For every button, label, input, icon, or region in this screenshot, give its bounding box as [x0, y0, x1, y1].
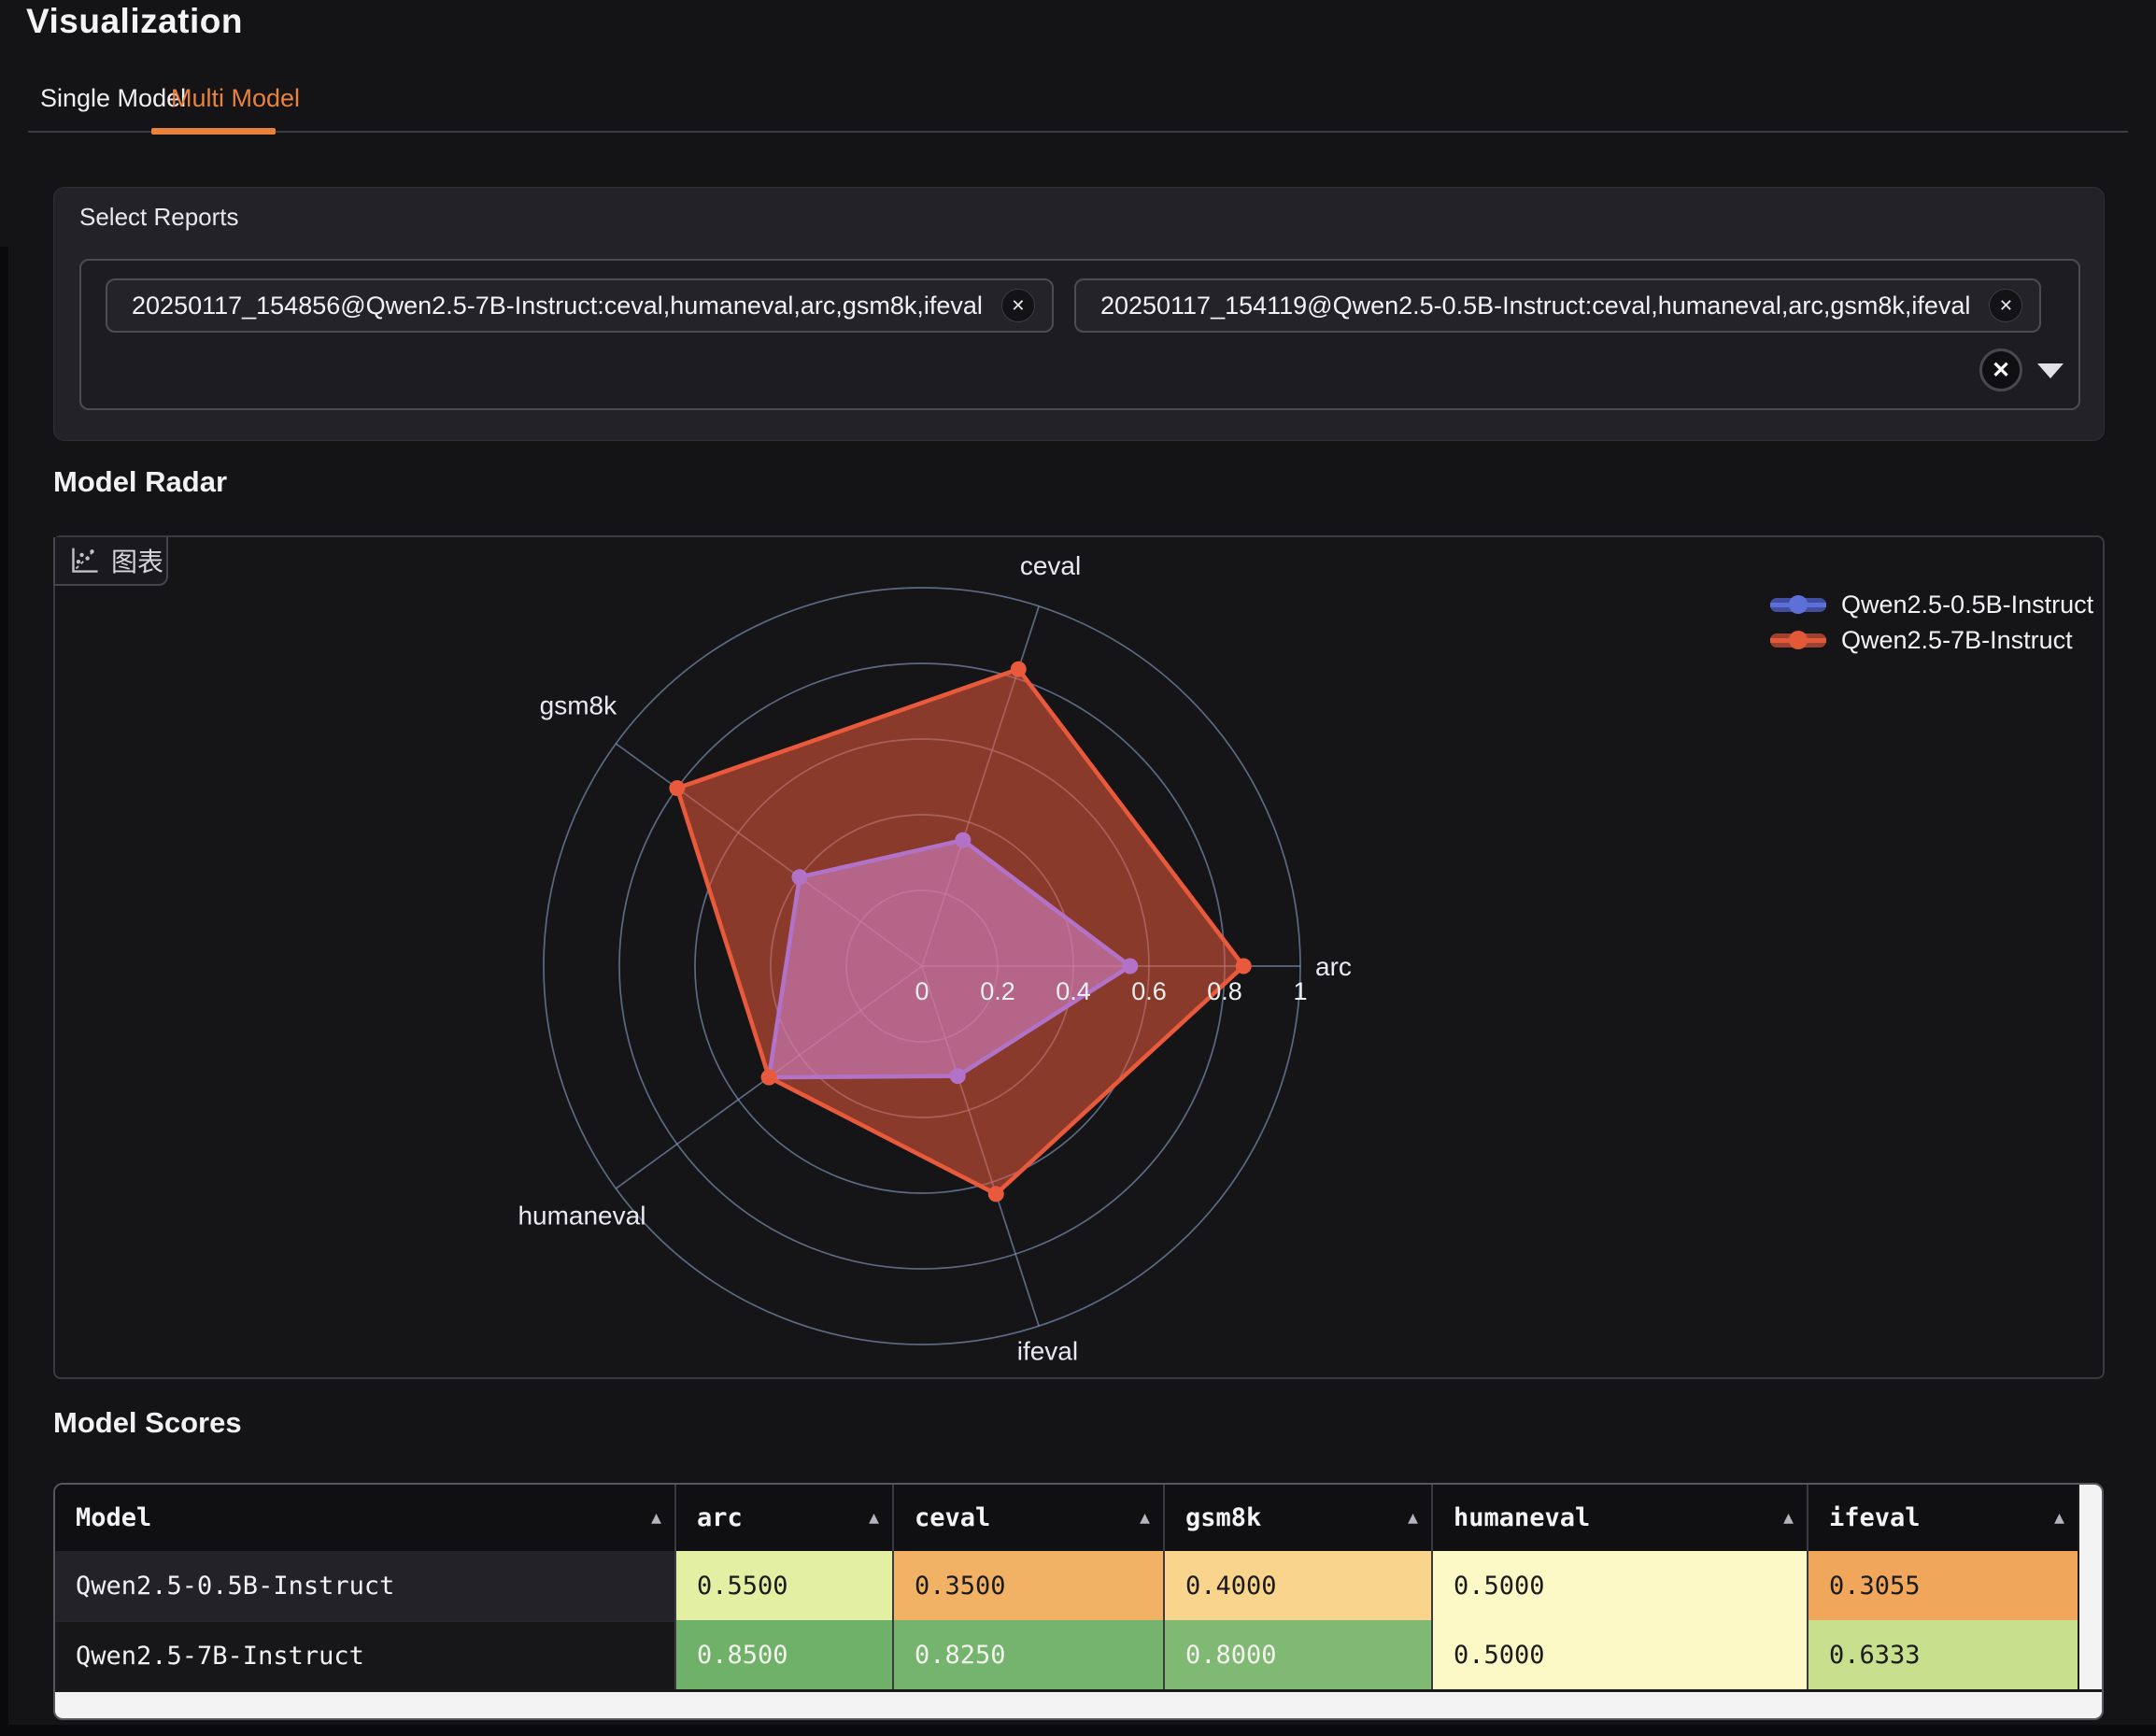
score-cell-gsm8k: 0.4000 — [1163, 1551, 1431, 1620]
legend-dot — [1789, 631, 1808, 649]
model-radar-heading: Model Radar — [53, 465, 227, 499]
svg-text:humaneval: humaneval — [518, 1202, 645, 1231]
sort-asc-icon[interactable]: ▲ — [1783, 1508, 1794, 1528]
sort-asc-icon[interactable]: ▲ — [869, 1508, 879, 1528]
svg-text:ifeval: ifeval — [1017, 1337, 1078, 1366]
svg-text:0.8: 0.8 — [1207, 977, 1242, 1005]
model-name-cell: Qwen2.5-7B-Instruct — [55, 1620, 674, 1689]
tab-multi-model[interactable]: Multi Model — [171, 84, 300, 113]
chip-remove-icon[interactable]: ✕ — [1001, 289, 1035, 322]
chart-type-button-label: 图表 — [111, 542, 163, 579]
svg-text:1: 1 — [1293, 977, 1307, 1005]
column-header-arc[interactable]: arc ▲ — [674, 1485, 892, 1551]
tab-single-model[interactable]: Single Model — [40, 84, 186, 113]
legend-item-label: Qwen2.5-0.5B-Instruct — [1841, 591, 2093, 619]
chart-legend: Qwen2.5-0.5B-Instruct Qwen2.5-7B-Instruct — [1770, 587, 2093, 658]
sort-asc-icon[interactable]: ▲ — [1140, 1508, 1150, 1528]
score-cell-ifeval: 0.6333 — [1807, 1620, 2078, 1689]
score-cell-ifeval: 0.3055 — [1807, 1551, 2078, 1620]
score-cell-humaneval: 0.5000 — [1431, 1551, 1807, 1620]
sort-asc-icon[interactable]: ▲ — [1408, 1508, 1418, 1528]
report-chip[interactable]: 20250117_154856@Qwen2.5-7B-Instruct:ceva… — [106, 278, 1054, 333]
column-header-label: humaneval — [1454, 1503, 1590, 1532]
sort-asc-icon[interactable]: ▲ — [2054, 1508, 2064, 1528]
score-cell-arc: 0.5500 — [674, 1551, 892, 1620]
column-header-gsm8k[interactable]: gsm8k ▲ — [1163, 1485, 1431, 1551]
scatter-chart-icon — [68, 545, 100, 576]
window-edge-left — [0, 247, 8, 1736]
chip-remove-icon[interactable]: ✕ — [1989, 289, 2022, 322]
column-header-model[interactable]: Model ▲ — [55, 1485, 674, 1551]
column-header-label: arc — [697, 1503, 743, 1532]
report-chip[interactable]: 20250117_154119@Qwen2.5-0.5B-Instruct:ce… — [1074, 278, 2041, 333]
model-scores-table: Model ▲ arc ▲ ceval ▲ gsm8k ▲ humaneval ▲ ifeval ▲ Q… — [53, 1483, 2104, 1720]
score-cell-humaneval: 0.5000 — [1431, 1620, 1807, 1689]
column-header-ceval[interactable]: ceval ▲ — [892, 1485, 1163, 1551]
active-tab-underline — [151, 128, 276, 135]
table-vertical-scrollbar[interactable] — [2078, 1485, 2102, 1689]
score-cell-ceval: 0.8250 — [892, 1620, 1163, 1689]
legend-marker-icon — [1770, 633, 1826, 647]
reports-multiselect[interactable]: 20250117_154856@Qwen2.5-7B-Instruct:ceva… — [79, 259, 2080, 410]
legend-item[interactable]: Qwen2.5-7B-Instruct — [1770, 622, 2093, 658]
svg-text:0.4: 0.4 — [1056, 977, 1091, 1005]
svg-text:arc: arc — [1315, 952, 1352, 981]
column-header-ifeval[interactable]: ifeval ▲ — [1807, 1485, 2078, 1551]
svg-text:0.2: 0.2 — [980, 977, 1015, 1005]
selected-report-chips: 20250117_154856@Qwen2.5-7B-Instruct:ceva… — [106, 278, 2041, 333]
report-chip-label: 20250117_154119@Qwen2.5-0.5B-Instruct:ce… — [1100, 292, 1970, 320]
caret-down-icon[interactable] — [2037, 363, 2064, 378]
column-header-label: gsm8k — [1185, 1503, 1261, 1532]
model-scores-heading: Model Scores — [53, 1406, 242, 1440]
column-header-label: ceval — [915, 1503, 990, 1532]
tab-divider — [28, 131, 2128, 133]
svg-text:0: 0 — [915, 977, 929, 1005]
table-horizontal-scrollbar[interactable] — [55, 1689, 2102, 1718]
radar-chart-panel: 0 0.2 0.4 0.6 0.8 1 arc ceval gsm8k humaneval ifev… — [53, 535, 2105, 1379]
close-icon: ✕ — [1992, 357, 2010, 384]
score-cell-gsm8k: 0.8000 — [1163, 1620, 1431, 1689]
select-reports-panel: Select Reports 20250117_154856@Qwen2.5-7… — [53, 187, 2105, 441]
radar-chart[interactable]: 0 0.2 0.4 0.6 0.8 1 arc ceval gsm8k humaneval ifev… — [55, 537, 2103, 1377]
select-reports-label: Select Reports — [79, 203, 239, 232]
column-header-humaneval[interactable]: humaneval ▲ — [1431, 1485, 1807, 1551]
legend-item-label: Qwen2.5-7B-Instruct — [1841, 626, 2073, 655]
svg-text:0.6: 0.6 — [1131, 977, 1167, 1005]
legend-item[interactable]: Qwen2.5-0.5B-Instruct — [1770, 587, 2093, 622]
legend-dot — [1789, 595, 1808, 614]
score-cell-ceval: 0.3500 — [892, 1551, 1163, 1620]
svg-text:ceval: ceval — [1020, 551, 1081, 580]
column-header-label: ifeval — [1829, 1503, 1921, 1532]
chart-type-button[interactable]: 图表 — [53, 537, 168, 586]
svg-text:gsm8k: gsm8k — [540, 691, 617, 720]
window-edge-bottom — [0, 1725, 2156, 1736]
model-name-cell: Qwen2.5-0.5B-Instruct — [55, 1551, 674, 1620]
legend-marker-icon — [1770, 598, 1826, 612]
page-title: Visualization — [26, 2, 243, 41]
score-cell-arc: 0.8500 — [674, 1620, 892, 1689]
sort-asc-icon[interactable]: ▲ — [651, 1508, 661, 1528]
column-header-label: Model — [76, 1503, 151, 1532]
report-chip-label: 20250117_154856@Qwen2.5-7B-Instruct:ceva… — [132, 292, 983, 320]
clear-all-button[interactable]: ✕ — [1979, 349, 2022, 391]
